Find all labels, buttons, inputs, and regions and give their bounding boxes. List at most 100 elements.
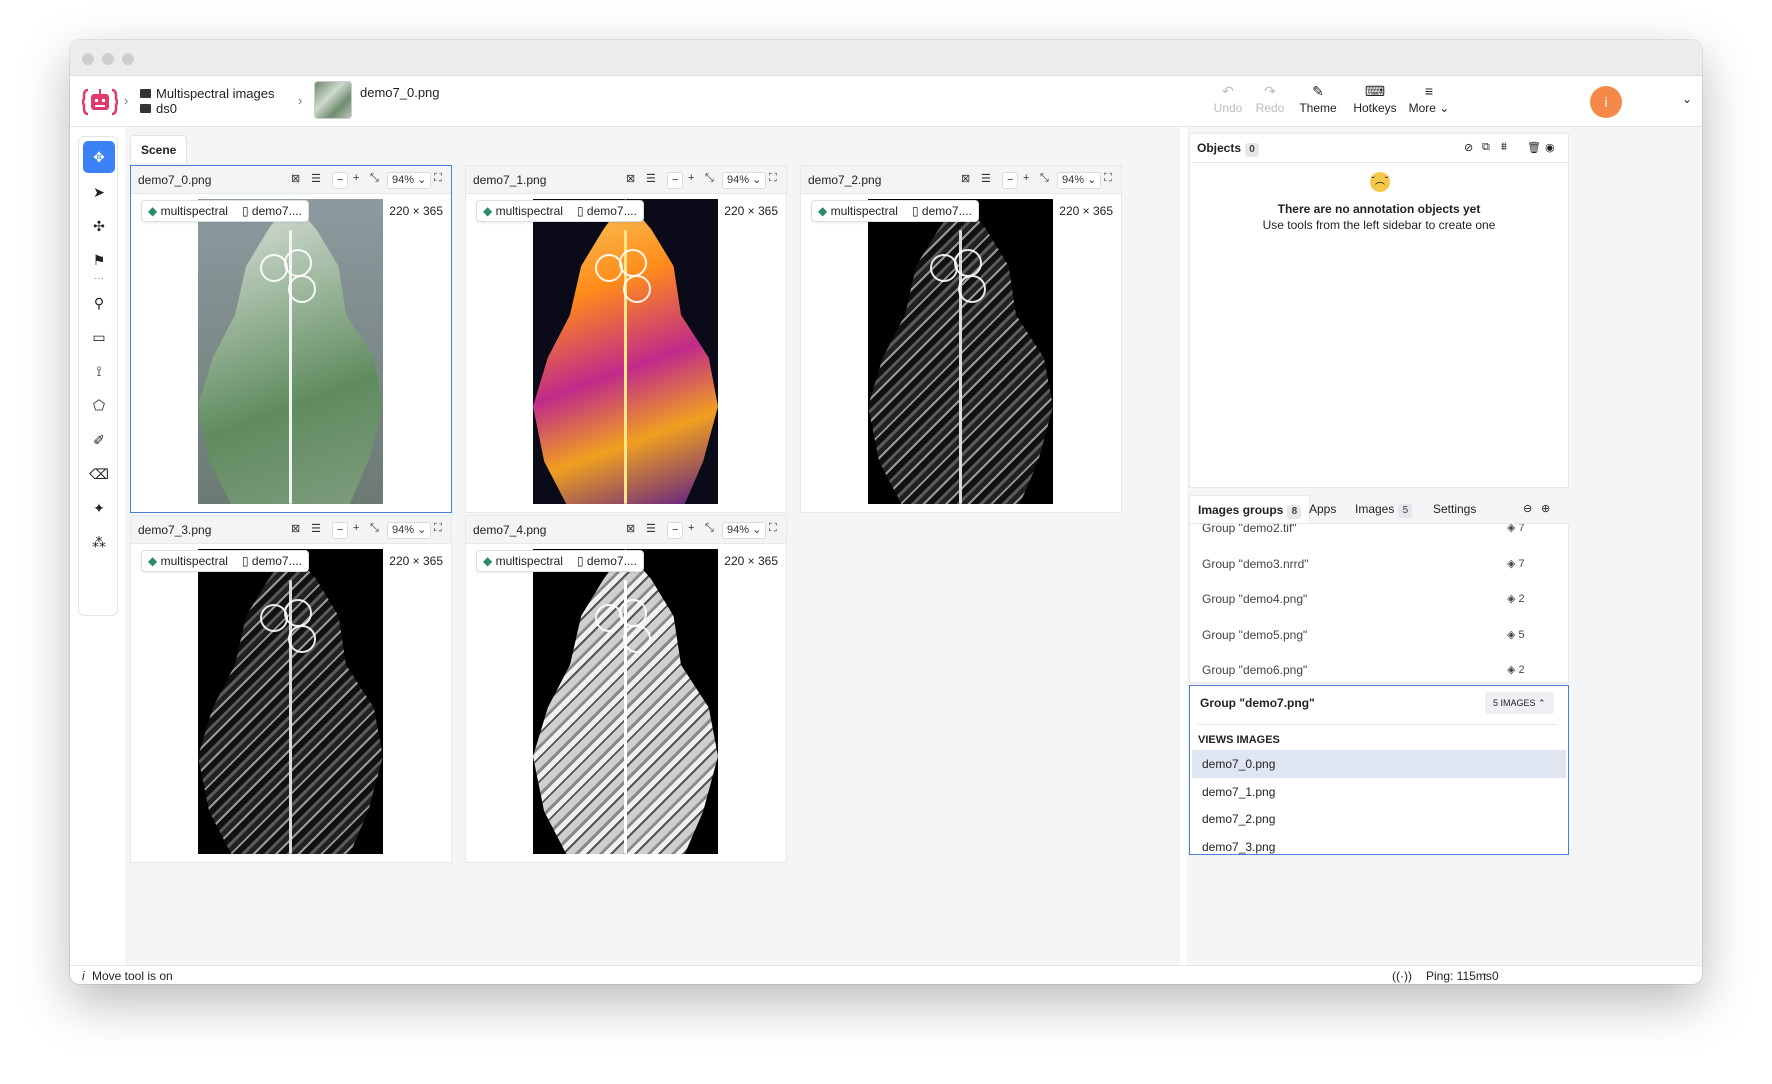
close-window-dot[interactable] <box>82 53 94 65</box>
rectangle-tool-icon[interactable]: ▭ <box>83 321 115 353</box>
polyline-tool-icon[interactable]: ⟟ <box>83 355 115 387</box>
annotation-circle[interactable] <box>954 249 982 277</box>
sync-icon[interactable]: ⊠ <box>961 172 970 185</box>
eraser-tool-icon[interactable]: ⌫ <box>83 458 115 490</box>
hide-objects-icon[interactable]: ⊘ <box>1464 141 1473 154</box>
annotation-circle[interactable] <box>958 275 986 303</box>
avatar[interactable]: i <box>1590 86 1622 118</box>
fit-icon[interactable]: ⤡ <box>370 172 379 185</box>
sync-icon[interactable]: ⊠ <box>291 522 300 535</box>
fullscreen-icon[interactable]: ⛶ <box>769 172 777 185</box>
graph-tool-icon[interactable]: ⁂ <box>83 526 115 558</box>
annotation-circle[interactable] <box>623 275 651 303</box>
select-tool-icon[interactable]: ➤ <box>83 176 115 208</box>
group-row[interactable]: Group "demo4.png" ◈ 2 <box>1202 587 1567 611</box>
image-tag-chip[interactable]: ◆ multispectral ▯ demo7.... <box>811 200 979 222</box>
next-icon[interactable]: ⊕ <box>1541 502 1550 515</box>
view-image-item[interactable]: demo7_0.png <box>1192 750 1566 778</box>
delete-icon[interactable]: 🗑 <box>1527 141 1541 154</box>
annotation-circle[interactable] <box>623 625 651 653</box>
zoom-out-button[interactable]: − <box>332 522 349 539</box>
adjust-icon[interactable]: ☰ <box>646 522 656 535</box>
image-pane[interactable]: demo7_3.png ⊠ ☰ − + ⤡ 94% ⌄ ⛶ ◆ multispe… <box>130 515 452 863</box>
zoom-in-button[interactable]: + <box>688 172 694 184</box>
copy-icon[interactable]: ⧉ <box>1482 141 1490 154</box>
zoom-in-button[interactable]: + <box>688 522 694 534</box>
fit-icon[interactable]: ⤡ <box>705 172 714 185</box>
sync-icon[interactable]: ⊠ <box>626 172 635 185</box>
image-tag-chip[interactable]: ◆ multispectral ▯ demo7.... <box>476 550 644 572</box>
group-row[interactable]: Group "demo3.nrrd" ◈ 7 <box>1202 552 1567 576</box>
image-pane[interactable]: demo7_2.png ⊠ ☰ − + ⤡ 94% ⌄ ⛶ ◆ multispe… <box>800 165 1122 513</box>
leaf-image[interactable] <box>533 199 718 504</box>
annotation-circle[interactable] <box>619 599 647 627</box>
image-pane[interactable]: demo7_1.png ⊠ ☰ − + ⤡ 94% ⌄ ⛶ ◆ multispe… <box>465 165 787 513</box>
zoom-select[interactable]: 94% ⌄ <box>387 522 432 539</box>
tab-images-groups[interactable]: Images groups 8 <box>1189 495 1311 523</box>
undo-button[interactable]: ↶ Undo <box>1210 84 1246 115</box>
fit-icon[interactable]: ⤡ <box>370 522 379 535</box>
visibility-icon[interactable]: ◉ <box>1545 141 1555 154</box>
annotation-circle[interactable] <box>288 275 316 303</box>
zoom-select[interactable]: 94% ⌄ <box>722 172 767 189</box>
brush-tool-icon[interactable]: ✐ <box>83 424 115 456</box>
point-tool-icon[interactable]: ⚲ <box>83 287 115 319</box>
leaf-image[interactable] <box>533 549 718 854</box>
tab-images[interactable]: Images 5 <box>1355 495 1413 523</box>
tab-apps[interactable]: Apps <box>1309 495 1336 523</box>
fullscreen-icon[interactable]: ⛶ <box>434 522 442 535</box>
adjust-icon[interactable]: ☰ <box>311 522 321 535</box>
group-row[interactable]: Group "demo5.png" ◈ 5 <box>1202 623 1567 647</box>
fullscreen-icon[interactable]: ⛶ <box>434 172 442 185</box>
tab-scene[interactable]: Scene <box>130 135 188 163</box>
adjust-icon[interactable]: ☰ <box>311 172 321 185</box>
magic-wand-tool-icon[interactable]: ✦ <box>83 492 115 524</box>
breadcrumb-project[interactable]: Multispectral images <box>140 86 275 101</box>
pan-tool-icon[interactable]: ✣ <box>83 210 115 242</box>
annotation-circle[interactable] <box>288 625 316 653</box>
redo-button[interactable]: ↷ Redo <box>1252 84 1288 115</box>
annotation-circle[interactable] <box>619 249 647 277</box>
group-row[interactable]: Group "demo2.tif" ◈ 7 <box>1202 524 1567 540</box>
tab-objects[interactable]: Objects 0 <box>1197 134 1260 162</box>
view-image-item[interactable]: demo7_3.png <box>1192 833 1566 855</box>
zoom-out-button[interactable]: − <box>332 172 349 189</box>
image-tag-chip[interactable]: ◆ multispectral ▯ demo7.... <box>141 550 309 572</box>
fullscreen-icon[interactable]: ⛶ <box>1104 172 1112 185</box>
view-image-item[interactable]: demo7_2.png <box>1192 805 1566 833</box>
app-logo-icon[interactable] <box>82 84 118 120</box>
minimize-window-dot[interactable] <box>102 53 114 65</box>
image-pane[interactable]: demo7_4.png ⊠ ☰ − + ⤡ 94% ⌄ ⛶ ◆ multispe… <box>465 515 787 863</box>
image-tag-chip[interactable]: ◆ multispectral ▯ demo7.... <box>476 200 644 222</box>
annotation-circle[interactable] <box>284 249 312 277</box>
flag-tool-icon[interactable]: ⚑ <box>83 244 115 276</box>
image-tag-chip[interactable]: ◆ multispectral ▯ demo7.... <box>141 200 309 222</box>
group-row[interactable]: Group "demo6.png" ◈ 2 <box>1202 658 1567 682</box>
polygon-tool-icon[interactable]: ⬠ <box>83 389 115 421</box>
leaf-image[interactable] <box>868 199 1053 504</box>
move-tool-icon[interactable]: ✥ <box>83 141 115 173</box>
images-count-button[interactable]: 5 IMAGES ⌃ <box>1485 692 1554 714</box>
zoom-out-button[interactable]: − <box>667 522 684 539</box>
more-button[interactable]: ≡ More ⌄ <box>1404 84 1454 115</box>
sync-icon[interactable]: ⊠ <box>626 522 635 535</box>
zoom-in-button[interactable]: + <box>353 172 359 184</box>
theme-button[interactable]: ✎ Theme <box>1296 84 1340 115</box>
zoom-in-button[interactable]: + <box>1023 172 1029 184</box>
image-pane[interactable]: demo7_0.png ⊠ ☰ − + ⤡ 94% ⌄ ⛶ ◆ multispe… <box>130 165 452 513</box>
annotation-circle[interactable] <box>284 599 312 627</box>
zoom-out-button[interactable]: − <box>1002 172 1019 189</box>
zoom-select[interactable]: 94% ⌄ <box>387 172 432 189</box>
tab-settings[interactable]: Settings <box>1433 495 1476 523</box>
breadcrumb-dataset[interactable]: ds0 <box>140 101 177 116</box>
adjust-icon[interactable]: ☰ <box>981 172 991 185</box>
zoom-in-button[interactable]: + <box>353 522 359 534</box>
view-image-item[interactable]: demo7_1.png <box>1192 778 1566 806</box>
previous-icon[interactable]: ⊖ <box>1523 502 1532 515</box>
leaf-image[interactable] <box>198 199 383 504</box>
account-chevron-down-icon[interactable]: ⌄ <box>1682 92 1692 106</box>
maximize-window-dot[interactable] <box>122 53 134 65</box>
fit-icon[interactable]: ⤡ <box>1040 172 1049 185</box>
adjust-icon[interactable]: ☰ <box>646 172 656 185</box>
sync-icon[interactable]: ⊠ <box>291 172 300 185</box>
